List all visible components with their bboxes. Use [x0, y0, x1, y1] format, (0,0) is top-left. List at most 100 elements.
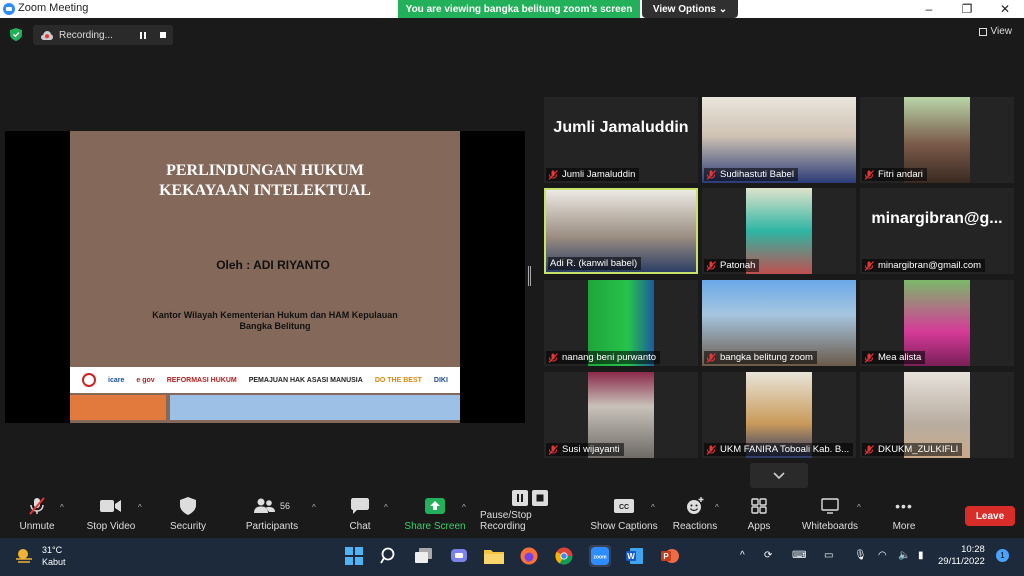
whiteboards-options-chevron-icon[interactable]: ^ — [857, 503, 861, 512]
word-button[interactable]: W — [624, 545, 646, 567]
whiteboards-button[interactable]: Whiteboards — [798, 493, 862, 538]
stop-video-button[interactable]: Stop Video — [84, 493, 138, 538]
participant-tile[interactable]: nanang beni purwanto — [544, 280, 698, 366]
svg-text:CC: CC — [619, 504, 629, 511]
start-button[interactable] — [343, 545, 365, 567]
captions-options-chevron-icon[interactable]: ^ — [651, 503, 655, 512]
participant-tile[interactable]: bangka belitung zoom — [702, 280, 856, 366]
participant-name: Susi wijayanti — [562, 444, 620, 455]
pause-stop-recording-button[interactable]: Pause/Stop Recording — [480, 490, 580, 538]
minimize-button[interactable]: – — [910, 0, 948, 18]
wifi-tray-icon[interactable]: ◠ — [878, 550, 887, 561]
zoom-logo-icon — [3, 3, 15, 15]
chrome-button[interactable] — [553, 545, 575, 567]
slide-footer-blue — [170, 395, 460, 420]
taskbar-clock[interactable]: 10:28 29/11/2022 — [938, 544, 985, 568]
keyboard-tray-icon[interactable]: ⌨ — [792, 550, 806, 561]
svg-text:W: W — [627, 552, 635, 561]
zoom-app-icon: zoom — [591, 547, 609, 565]
task-view-icon — [415, 548, 432, 563]
logo-egov: e gov — [136, 376, 155, 384]
whiteboards-label: Whiteboards — [801, 521, 859, 532]
audio-options-chevron-icon[interactable]: ^ — [60, 503, 64, 512]
muted-mic-icon — [864, 169, 874, 180]
show-captions-button[interactable]: CC Show Captions — [590, 493, 658, 538]
captions-label: Show Captions — [590, 521, 658, 532]
word-icon: W — [626, 548, 643, 564]
leave-button[interactable]: Leave — [965, 506, 1015, 526]
task-view-button[interactable] — [413, 545, 435, 567]
participant-tile[interactable]: Fitri andari — [860, 97, 1014, 183]
unmute-button[interactable]: Unmute — [14, 493, 60, 538]
reactions-options-chevron-icon[interactable]: ^ — [715, 503, 719, 512]
participant-tile[interactable]: Jumli Jamaluddin Jumli Jamaluddin — [544, 97, 698, 183]
volume-tray-icon[interactable]: 🔈 — [898, 550, 910, 561]
chevron-down-icon — [773, 471, 785, 479]
resize-handle[interactable] — [528, 266, 531, 286]
video-options-chevron-icon[interactable]: ^ — [138, 503, 142, 512]
zoom-taskbar-button[interactable]: zoom — [589, 545, 611, 567]
more-button[interactable]: ••• More — [888, 493, 920, 538]
teams-chat-button[interactable] — [448, 545, 470, 567]
slide-office-line2: Bangka Belitung — [239, 321, 311, 331]
firefox-button[interactable] — [518, 545, 540, 567]
share-options-chevron-icon[interactable]: ^ — [462, 503, 466, 512]
participant-name-display: minargibran@g... — [871, 210, 1003, 227]
participants-options-chevron-icon[interactable]: ^ — [312, 503, 316, 512]
participant-tile[interactable]: Susi wijayanti — [544, 372, 698, 458]
participant-name: bangka belitung zoom — [720, 352, 813, 363]
participant-tile[interactable]: minargibran@g... minargibran@gmail.com — [860, 188, 1014, 274]
security-shield-icon[interactable] — [10, 28, 22, 41]
shield-icon — [180, 497, 196, 515]
svg-text:zoom: zoom — [593, 555, 607, 561]
weather-widget[interactable]: 31°C Kabut — [14, 544, 66, 568]
participants-icon — [253, 498, 275, 513]
muted-mic-icon — [548, 444, 558, 455]
maximize-button[interactable]: ❐ — [948, 0, 986, 18]
chat-options-chevron-icon[interactable]: ^ — [384, 503, 388, 512]
file-explorer-button[interactable] — [483, 545, 505, 567]
close-button[interactable]: ✕ — [986, 0, 1024, 18]
battery-tray-icon[interactable]: ▮ — [918, 550, 924, 561]
gallery-next-page-button[interactable] — [750, 463, 808, 488]
share-screen-button[interactable]: Share Screen — [404, 493, 466, 538]
participant-tile[interactable]: Patonah — [702, 188, 856, 274]
sync-tray-icon[interactable]: ⟳ — [764, 550, 772, 561]
weather-haze-icon — [16, 549, 32, 563]
participant-name-label: Mea alista — [862, 351, 926, 364]
chat-button[interactable]: Chat — [346, 493, 374, 538]
apps-button[interactable]: Apps — [742, 493, 776, 538]
logo-icare: icare — [108, 376, 125, 384]
participant-tile[interactable]: Adi R. (kanwil babel) — [544, 188, 698, 274]
presentation-slide: PERLINDUNGAN HUKUM KEKAYAAN INTELEKTUAL … — [70, 131, 460, 423]
stop-video-label: Stop Video — [86, 521, 136, 532]
view-options-button[interactable]: View Options ⌄ — [642, 0, 738, 18]
participants-button[interactable]: 56 Participants — [244, 493, 300, 538]
microphone-tray-icon[interactable]: 🎙 — [854, 550, 867, 561]
notification-badge[interactable]: 1 — [996, 549, 1009, 562]
display-tray-icon[interactable]: ▭ — [824, 550, 833, 561]
recording-label: Recording... — [59, 29, 113, 41]
teams-chat-icon — [451, 549, 467, 562]
taskbar-search-button[interactable] — [378, 545, 400, 567]
participant-name: Fitri andari — [878, 169, 923, 180]
participant-tile[interactable]: Sudihastuti Babel — [702, 97, 856, 183]
muted-mic-icon — [706, 352, 716, 363]
view-button[interactable]: View — [978, 26, 1012, 37]
participant-tile[interactable]: DKUKM_ZULKIFLI — [860, 372, 1014, 458]
participant-name: DKUKM_ZULKIFLI — [878, 444, 959, 455]
participant-name: UKM FANIRA Toboali Kab. B... — [720, 444, 850, 455]
reactions-button[interactable]: Reactions — [672, 493, 718, 538]
pause-recording-button[interactable] — [133, 25, 153, 45]
participant-tile[interactable]: UKM FANIRA Toboali Kab. B... — [702, 372, 856, 458]
stop-recording-button[interactable] — [153, 25, 173, 45]
unmute-label: Unmute — [19, 521, 55, 532]
participant-name-label: Susi wijayanti — [546, 443, 624, 456]
show-hidden-icons-chevron-icon[interactable]: ^ — [740, 550, 745, 561]
security-button[interactable]: Security — [166, 493, 210, 538]
participant-tile[interactable]: Mea alista — [860, 280, 1014, 366]
participant-name: Adi R. (kanwil babel) — [550, 258, 638, 269]
participant-name-display: Jumli Jamaluddin — [553, 119, 689, 136]
logo-pemajuan: PEMAJUAN HAK ASASI MANUSIA — [248, 376, 363, 384]
powerpoint-button[interactable]: P — [659, 545, 681, 567]
